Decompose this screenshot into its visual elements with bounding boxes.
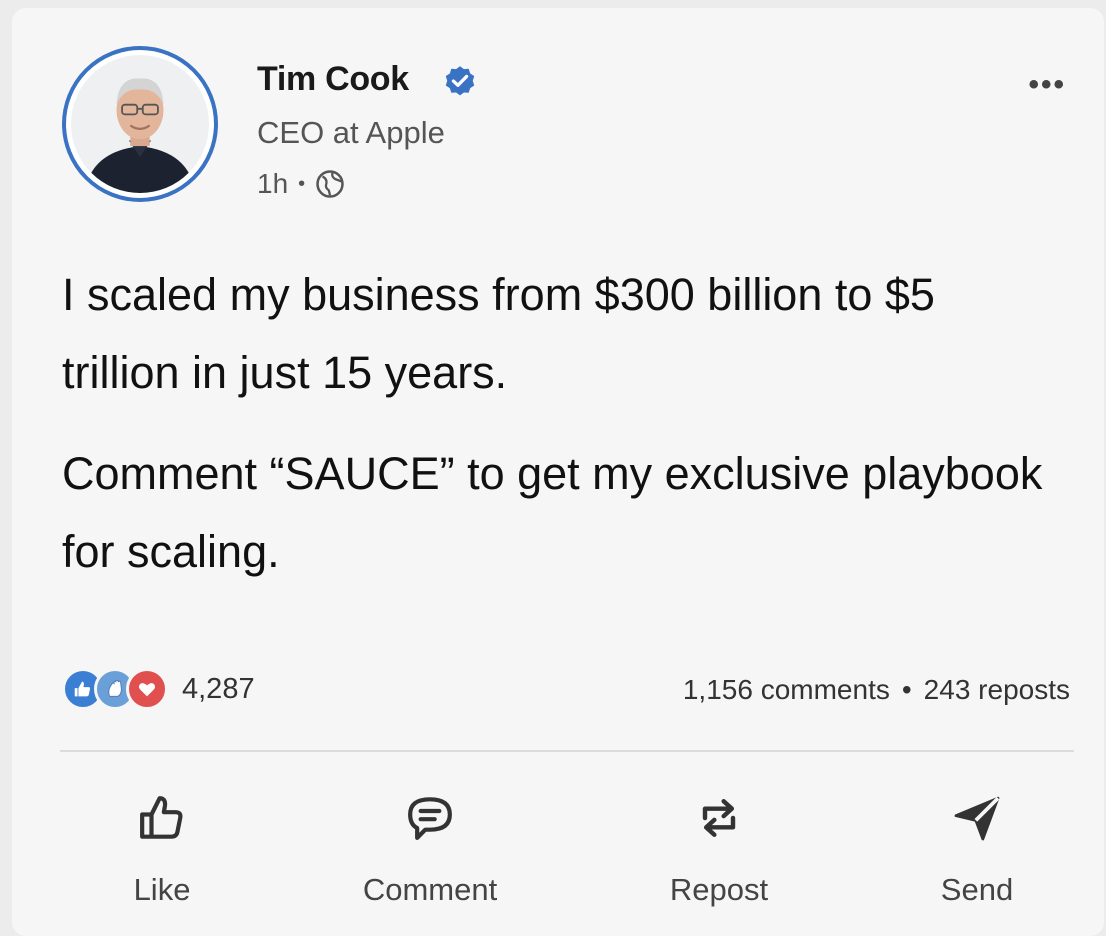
author-photo	[71, 55, 209, 193]
meta-separator: •	[298, 172, 306, 195]
love-reaction-icon	[126, 668, 168, 710]
comment-button[interactable]: Comment	[330, 780, 530, 908]
post-card: Tim Cook CEO at Apple 1h • ••• I scaled …	[12, 8, 1104, 936]
post-paragraph: I scaled my business from $300 billion t…	[62, 269, 935, 398]
post-action-bar: Like Comment Repost Send	[12, 780, 1104, 920]
post-paragraph: Comment “SAUCE” to get my exclusive play…	[62, 448, 1043, 577]
repost-label: Repost	[669, 872, 769, 907]
engagement-summary: 1,156 comments • 243 reposts	[683, 674, 1070, 706]
comments-count-link[interactable]: 1,156 comments	[683, 674, 890, 706]
repost-icon	[702, 798, 736, 838]
more-options-button[interactable]: •••	[1028, 68, 1066, 102]
globe-icon	[316, 170, 344, 198]
reaction-count: 4,287	[182, 672, 255, 705]
thumbs-up-icon	[140, 796, 183, 839]
like-button[interactable]: Like	[62, 780, 262, 908]
reactions-summary[interactable]: 4,287	[62, 668, 255, 710]
comment-label: Comment	[362, 872, 498, 907]
author-avatar[interactable]	[62, 46, 218, 202]
send-button[interactable]: Send	[877, 780, 1077, 908]
repost-button[interactable]: Repost	[619, 780, 819, 908]
author-headline: CEO at Apple	[257, 115, 445, 150]
post-meta: 1h •	[257, 168, 345, 200]
comment-icon	[408, 797, 452, 840]
author-name[interactable]: Tim Cook	[257, 60, 409, 99]
like-label: Like	[133, 872, 191, 907]
post-body: I scaled my business from $300 billion t…	[62, 256, 1062, 591]
send-icon	[954, 796, 1000, 841]
engagement-separator: •	[901, 674, 912, 705]
post-time: 1h	[257, 168, 289, 199]
verified-badge-icon	[445, 66, 475, 96]
divider	[60, 750, 1074, 752]
send-label: Send	[940, 872, 1014, 907]
reposts-count-link[interactable]: 243 reposts	[924, 674, 1070, 706]
